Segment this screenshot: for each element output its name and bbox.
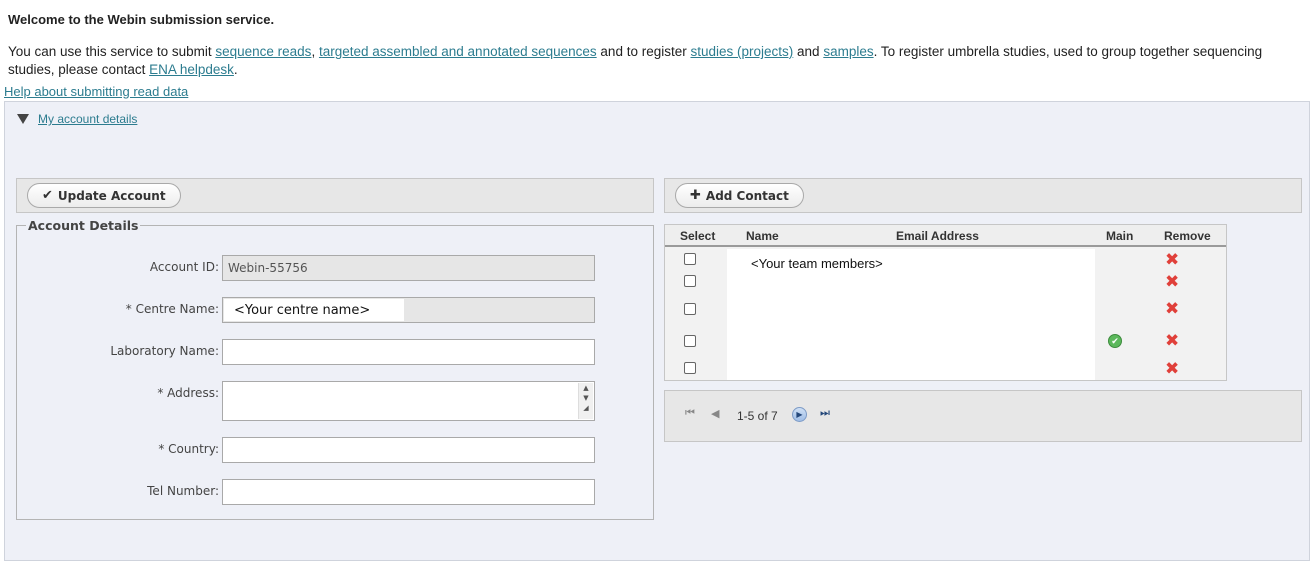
check-icon: ✔ [42, 188, 53, 203]
tel-number-label: Tel Number: [147, 484, 219, 498]
address-label: * Address: [157, 386, 219, 400]
table-row: <Your team members> ✖ [665, 249, 1226, 271]
address-row: * Address: ▲ ▼ ◢ [17, 381, 655, 421]
laboratory-name-row: Laboratory Name: [17, 339, 655, 365]
link-sequence-reads[interactable]: sequence reads [215, 44, 311, 59]
intro-text: You can use this service to submit seque… [8, 44, 1263, 77]
help-read-data-link[interactable]: Help about submitting read data [4, 84, 188, 99]
country-label: * Country: [158, 442, 219, 456]
link-targeted-sequences[interactable]: targeted assembled and annotated sequenc… [319, 44, 597, 59]
plus-icon: ✚ [690, 188, 701, 203]
centre-name-value[interactable]: <Your centre name> [224, 299, 404, 321]
table-row: ✖ [665, 271, 1226, 293]
account-details-link[interactable]: My account details [38, 112, 137, 126]
account-details-fieldset: Account Details Account ID: Webin-55756 … [16, 218, 654, 520]
select-checkbox[interactable] [684, 362, 696, 374]
centre-name-label: * Centre Name: [125, 302, 219, 316]
select-checkbox[interactable] [684, 253, 696, 265]
remove-contact-icon[interactable]: ✖ [1165, 332, 1179, 349]
account-toolbar: ✔ Update Account [16, 178, 654, 213]
collapse-triangle-icon[interactable] [17, 114, 29, 124]
update-account-button[interactable]: ✔ Update Account [27, 183, 181, 208]
col-email[interactable]: Email Address [896, 229, 979, 243]
col-select[interactable]: Select [680, 229, 715, 243]
contacts-pager: ⏮ ◀ 1-5 of 7 ▶ ⏭ [664, 390, 1302, 442]
country-field[interactable] [222, 437, 595, 463]
tel-number-field[interactable] [222, 479, 595, 505]
remove-contact-icon[interactable]: ✖ [1165, 360, 1179, 377]
tel-number-row: Tel Number: [17, 479, 655, 505]
link-studies[interactable]: studies (projects) [690, 44, 793, 59]
textarea-scroll-icon[interactable]: ▲ ▼ ◢ [578, 383, 593, 419]
next-page-icon[interactable]: ▶ [792, 407, 807, 422]
account-panel: My account details ✔ Update Account ✚ Ad… [4, 101, 1310, 561]
main-contact-check-icon[interactable]: ✔ [1108, 334, 1122, 348]
link-samples[interactable]: samples [823, 44, 873, 59]
remove-contact-icon[interactable]: ✖ [1165, 251, 1179, 268]
laboratory-name-label: Laboratory Name: [110, 344, 219, 358]
account-id-label: Account ID: [149, 260, 219, 274]
select-checkbox[interactable] [684, 275, 696, 287]
prev-page-icon[interactable]: ◀ [711, 407, 719, 420]
col-main[interactable]: Main [1106, 229, 1133, 243]
account-id-field: Webin-55756 [222, 255, 595, 281]
account-details-toggle[interactable]: My account details [17, 112, 137, 126]
table-row: ✖ [665, 357, 1226, 380]
select-checkbox[interactable] [684, 335, 696, 347]
remove-contact-icon[interactable]: ✖ [1165, 273, 1179, 290]
contacts-grid-header: Select Name Email Address Main Remove [665, 225, 1226, 247]
address-textarea[interactable]: ▲ ▼ ◢ [222, 381, 595, 421]
select-checkbox[interactable] [684, 303, 696, 315]
account-id-row: Account ID: Webin-55756 [17, 255, 655, 281]
first-page-icon[interactable]: ⏮ [685, 407, 695, 420]
welcome-heading: Welcome to the Webin submission service. [8, 12, 275, 27]
link-ena-helpdesk[interactable]: ENA helpdesk [149, 62, 234, 77]
team-members-placeholder: <Your team members> [751, 256, 883, 271]
contacts-toolbar: ✚ Add Contact [664, 178, 1302, 213]
col-name[interactable]: Name [746, 229, 779, 243]
account-details-legend: Account Details [28, 218, 139, 233]
centre-name-field[interactable]: <Your centre name> [222, 297, 595, 323]
table-row: ✔ ✖ [665, 325, 1226, 357]
laboratory-name-field[interactable] [222, 339, 595, 365]
last-page-icon[interactable]: ⏭ [820, 407, 830, 420]
contacts-grid: Select Name Email Address Main Remove <Y… [664, 224, 1227, 381]
table-row: ✖ [665, 293, 1226, 325]
country-row: * Country: [17, 437, 655, 463]
add-contact-button[interactable]: ✚ Add Contact [675, 183, 804, 208]
centre-name-row: * Centre Name: <Your centre name> [17, 297, 655, 323]
pager-info: 1-5 of 7 [737, 409, 778, 423]
col-remove[interactable]: Remove [1164, 229, 1211, 243]
remove-contact-icon[interactable]: ✖ [1165, 300, 1179, 317]
